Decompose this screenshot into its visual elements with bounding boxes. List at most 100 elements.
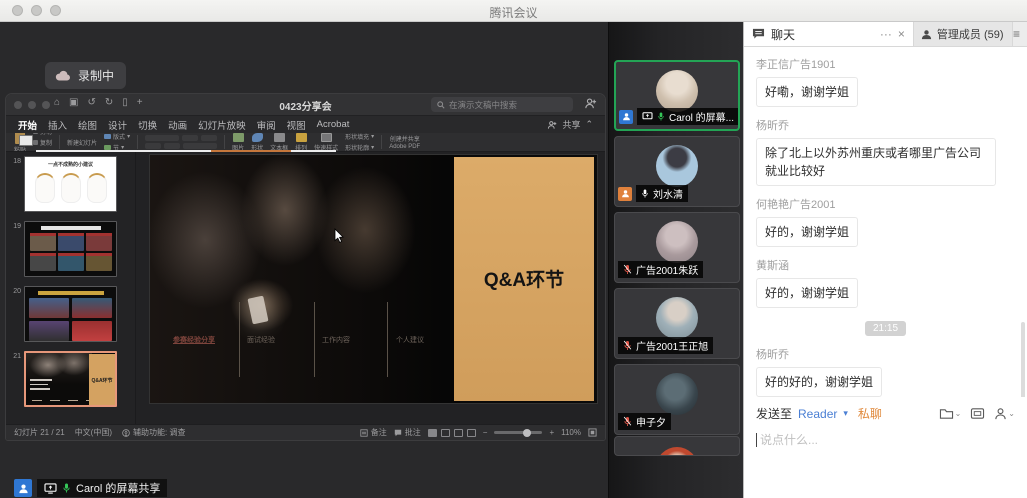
video-tile-wangzhengxu[interactable]: 广告2001王正旭 bbox=[614, 288, 740, 359]
comment-icon bbox=[394, 429, 402, 437]
tab-insert[interactable]: 插入 bbox=[48, 118, 67, 132]
slide-thumbnail-20[interactable] bbox=[24, 286, 117, 342]
private-chat-label[interactable]: 私聊 bbox=[858, 405, 882, 422]
zoom-in-button[interactable]: + bbox=[549, 428, 554, 437]
screen-share-icon bbox=[642, 112, 653, 121]
accessibility-icon bbox=[122, 429, 130, 437]
tab-design[interactable]: 设计 bbox=[108, 118, 127, 132]
tab-view[interactable]: 视图 bbox=[287, 118, 306, 132]
textbox-icon bbox=[274, 133, 285, 142]
zoom-slider-knob[interactable] bbox=[523, 429, 531, 437]
video-tile-carol[interactable]: Carol 的屏幕... bbox=[614, 60, 740, 131]
slide-number: 18 bbox=[8, 158, 21, 165]
tab-review[interactable]: 审阅 bbox=[257, 118, 276, 132]
tab-chat[interactable]: 聊天 ··· × bbox=[744, 22, 914, 46]
view-switcher[interactable] bbox=[428, 429, 476, 437]
slideshow-view-icon[interactable] bbox=[467, 429, 476, 437]
screen-share-banner-text: Carol 的屏幕共享 bbox=[76, 480, 160, 496]
avatar bbox=[656, 447, 698, 456]
chat-scrollbar[interactable] bbox=[1021, 322, 1025, 408]
message-sender: 李正信广告1901 bbox=[756, 56, 1015, 72]
slide-thumbnail-21-selected[interactable]: Q&A环节 bbox=[24, 351, 117, 407]
avatar bbox=[656, 373, 698, 415]
recording-indicator[interactable]: 录制中 bbox=[45, 62, 126, 89]
slide-nav-divider bbox=[239, 302, 240, 377]
slide-sorter-view-icon[interactable] bbox=[441, 429, 450, 437]
tab-draw[interactable]: 绘图 bbox=[78, 118, 97, 132]
slide-nav-divider bbox=[387, 302, 388, 377]
copy-button[interactable]: 复制 bbox=[33, 138, 52, 147]
tab-slideshow[interactable]: 幻灯片放映 bbox=[198, 118, 246, 132]
video-tile-zhuyue[interactable]: 广告2001朱跃 bbox=[614, 212, 740, 283]
chat-input-placeholder: 说点什么... bbox=[760, 431, 818, 448]
fit-to-window-icon[interactable] bbox=[588, 428, 597, 437]
thumb20-title-bar bbox=[38, 291, 104, 295]
screenshot-button[interactable] bbox=[970, 407, 985, 420]
shape-fill-button[interactable]: 形状填充▾ bbox=[345, 133, 374, 141]
slide-editor-canvas[interactable]: 参赛经验分享 面试经验 工作内容 个人建议 Q&A环节 bbox=[136, 152, 605, 424]
slide-number: 21 bbox=[8, 353, 21, 360]
zoom-out-button[interactable]: − bbox=[483, 428, 488, 437]
recipient-selector[interactable]: Reader bbox=[798, 407, 837, 421]
chat-message-list[interactable]: 李正信广告1901 好嘞，谢谢学姐 杨昕乔 除了北上以外苏州重庆或者哪里广告公司… bbox=[744, 47, 1027, 397]
chat-menu-button[interactable]: ≡ bbox=[1013, 22, 1027, 46]
shapes-icon bbox=[252, 133, 263, 142]
cut-button[interactable]: 剪切 bbox=[33, 133, 52, 136]
arrange-icon bbox=[296, 133, 307, 142]
send-file-button[interactable]: ⌄ bbox=[939, 407, 962, 420]
mic-muted-icon bbox=[623, 264, 632, 275]
chat-close-button[interactable]: × bbox=[898, 27, 905, 41]
ppt-search-box[interactable]: 在演示文稿中搜索 bbox=[431, 97, 573, 112]
insert-textbox-button[interactable]: 文本框 bbox=[270, 133, 288, 152]
ribbon-share-label[interactable]: 共享 bbox=[562, 118, 580, 131]
chat-input[interactable]: 说点什么... bbox=[756, 431, 1015, 448]
comments-button[interactable]: 批注 bbox=[394, 427, 421, 438]
mention-member-button[interactable]: ⌄ bbox=[994, 407, 1015, 420]
text-cursor bbox=[756, 433, 757, 447]
slide-position-indicator: 幻灯片 21 / 21 bbox=[14, 427, 65, 438]
share-person-icon bbox=[584, 97, 597, 110]
chat-tab-bar: 聊天 ··· × 管理成员 (59) ≡ bbox=[744, 22, 1027, 47]
tab-animations[interactable]: 动画 bbox=[168, 118, 187, 132]
tab-acrobat[interactable]: Acrobat bbox=[317, 119, 350, 130]
adobe-pdf-button[interactable]: 创建并共享 Adobe PDF bbox=[389, 134, 420, 150]
quick-styles-button[interactable]: 快速样式 bbox=[314, 133, 338, 152]
tab-home[interactable]: 开始 bbox=[18, 118, 37, 132]
video-tile-partial[interactable] bbox=[614, 436, 740, 456]
slide-thumbnail-18[interactable]: 一点不成熟的小建议 bbox=[24, 156, 117, 212]
insert-shapes-button[interactable]: 形状 bbox=[251, 133, 263, 152]
thumb19-image-grid bbox=[25, 233, 116, 271]
video-tile-shenzixi[interactable]: 申子夕 bbox=[614, 364, 740, 435]
accessibility-status[interactable]: 辅助功能: 调查 bbox=[122, 427, 185, 438]
insert-picture-button[interactable]: 图片 bbox=[232, 133, 244, 152]
zoom-slider[interactable] bbox=[494, 431, 542, 434]
slide-thumbnail-19[interactable] bbox=[24, 221, 117, 277]
notes-button[interactable]: 备注 bbox=[360, 427, 387, 438]
message-sender: 何艳艳广告2001 bbox=[756, 196, 1015, 212]
powerpoint-window: ⌂ ▣ ↺ ↻ ▯ + 0423分享会 在演示文稿中搜索 bbox=[5, 93, 606, 441]
ppt-share-button[interactable] bbox=[584, 97, 597, 110]
message-bubble: 好嘞，谢谢学姐 bbox=[756, 77, 858, 107]
zoom-level[interactable]: 110% bbox=[561, 428, 581, 437]
screenshot-icon bbox=[970, 407, 985, 420]
new-slide-button[interactable]: 新建幻灯片 bbox=[67, 138, 97, 147]
shape-outline-button[interactable]: 形状轮廓▾ bbox=[345, 143, 374, 152]
slide-nav-item: 工作内容 bbox=[322, 335, 350, 345]
normal-view-icon[interactable] bbox=[428, 429, 437, 437]
member-badge-blue bbox=[619, 110, 633, 124]
current-slide[interactable]: 参赛经验分享 面试经验 工作内容 个人建议 Q&A环节 bbox=[149, 154, 598, 404]
recipient-caret-icon[interactable]: ▾ bbox=[843, 408, 848, 419]
person-icon bbox=[622, 112, 631, 121]
collapse-ribbon-icon[interactable]: ⌃ bbox=[585, 119, 593, 130]
layout-button[interactable]: 版式▾ bbox=[104, 133, 130, 141]
chat-more-button[interactable]: ··· bbox=[880, 27, 892, 41]
tab-manage-members[interactable]: 管理成员 (59) bbox=[914, 22, 1013, 46]
arrange-button[interactable]: 排列 bbox=[295, 133, 307, 152]
tab-transitions[interactable]: 切换 bbox=[138, 118, 157, 132]
folder-icon bbox=[939, 407, 954, 420]
chat-composer: 发送至 Reader ▾ 私聊 ⌄ bbox=[744, 397, 1027, 498]
video-tile-liushuiqing[interactable]: 刘水清 bbox=[614, 136, 740, 207]
reading-view-icon[interactable] bbox=[454, 429, 463, 437]
ribbon-scrollbar[interactable] bbox=[36, 150, 336, 152]
language-indicator[interactable]: 中文(中国) bbox=[75, 427, 112, 438]
